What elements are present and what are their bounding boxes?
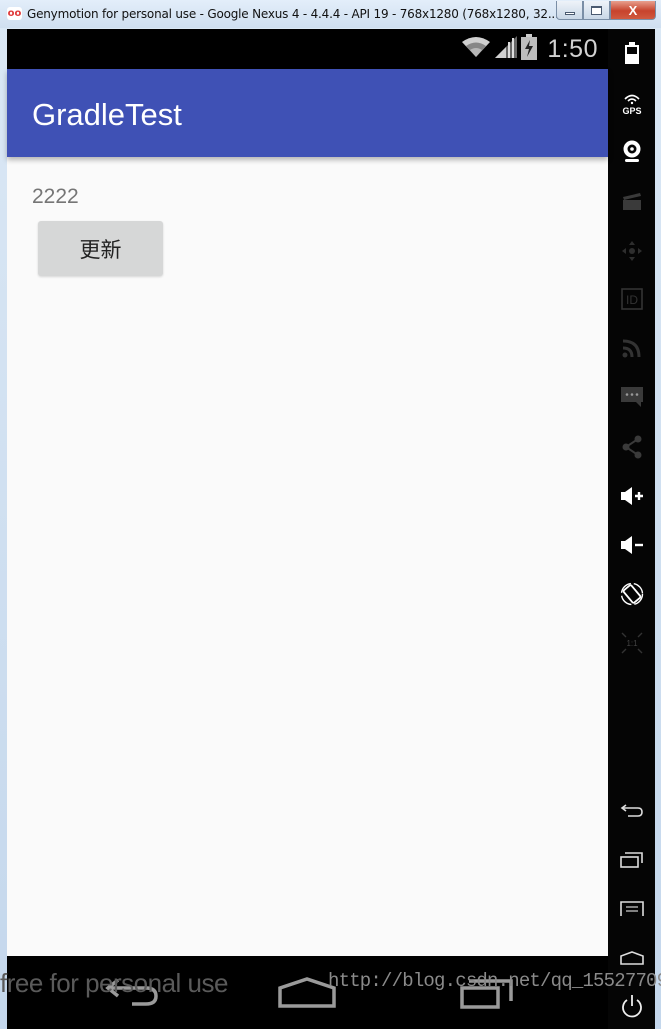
recent-apps-icon bbox=[619, 852, 643, 868]
gps-widget-button[interactable]: GPS bbox=[608, 81, 655, 125]
toolbar-recent-apps-button[interactable] bbox=[608, 838, 655, 882]
gps-label: GPS bbox=[622, 106, 641, 115]
battery-icon bbox=[624, 42, 639, 64]
network-widget-button[interactable] bbox=[608, 326, 655, 370]
toolbar-back-button[interactable] bbox=[608, 789, 655, 833]
main-content: 2222 更新 bbox=[7, 157, 608, 956]
screencast-widget-button[interactable] bbox=[608, 179, 655, 223]
rotate-button[interactable] bbox=[608, 572, 655, 616]
sms-widget-button[interactable] bbox=[608, 375, 655, 419]
volume-up-button[interactable] bbox=[608, 474, 655, 518]
share-widget-button[interactable] bbox=[608, 425, 655, 469]
remote-control-widget-button[interactable] bbox=[608, 229, 655, 273]
home-icon bbox=[619, 951, 644, 965]
pixel-perfect-button[interactable]: 1:1 bbox=[608, 621, 655, 665]
device-id-icon: ID bbox=[620, 288, 643, 310]
counter-text: 2222 bbox=[32, 185, 79, 208]
title-bar[interactable]: oo Genymotion for personal use - Google … bbox=[0, 0, 661, 28]
back-icon bbox=[620, 804, 643, 817]
gps-icon: GPS bbox=[622, 94, 641, 115]
pixel-perfect-label: 1:1 bbox=[626, 639, 638, 648]
minimize-icon bbox=[564, 11, 575, 15]
url-watermark: http://blog.csdn.net/qq_15527709 bbox=[328, 970, 661, 992]
device-frame: 1:50 GradleTest 2222 更新 GPS ID 1:1 bbox=[7, 29, 655, 1029]
device-id-widget-button[interactable]: ID bbox=[608, 277, 655, 321]
webcam-widget-button[interactable] bbox=[608, 130, 655, 174]
genymotion-toolbar: GPS ID 1:1 bbox=[608, 29, 655, 1029]
clapperboard-icon bbox=[622, 193, 641, 210]
dpad-icon bbox=[621, 241, 642, 261]
maximize-button[interactable] bbox=[583, 1, 610, 20]
volume-up-icon bbox=[620, 487, 643, 505]
emulator-window: oo Genymotion for personal use - Google … bbox=[0, 0, 661, 1029]
status-clock: 1:50 bbox=[547, 34, 598, 63]
power-icon bbox=[621, 995, 642, 1018]
battery-widget-button[interactable] bbox=[608, 31, 655, 75]
android-screen: 1:50 GradleTest 2222 更新 bbox=[7, 29, 608, 1029]
device-id-label: ID bbox=[626, 293, 638, 307]
volume-down-button[interactable] bbox=[608, 523, 655, 567]
toolbar-menu-button[interactable] bbox=[608, 887, 655, 931]
genymotion-logo-icon: oo bbox=[7, 7, 22, 20]
signal-icon bbox=[495, 35, 518, 63]
rss-icon bbox=[622, 339, 640, 358]
window-title: Genymotion for personal use - Google Nex… bbox=[27, 7, 559, 21]
sms-icon bbox=[620, 387, 643, 407]
rotate-icon bbox=[620, 582, 643, 606]
close-icon: X bbox=[628, 2, 638, 18]
webcam-icon bbox=[623, 140, 640, 162]
status-bar: 1:50 bbox=[7, 29, 608, 69]
maximize-icon bbox=[591, 5, 602, 15]
close-button[interactable]: X bbox=[610, 1, 656, 20]
volume-down-icon bbox=[620, 536, 643, 554]
update-button[interactable]: 更新 bbox=[38, 221, 163, 276]
pixel-perfect-icon: 1:1 bbox=[621, 632, 642, 654]
battery-charging-icon bbox=[521, 33, 538, 65]
app-bar: GradleTest bbox=[7, 69, 608, 157]
menu-icon bbox=[619, 901, 644, 916]
minimize-button[interactable] bbox=[556, 1, 583, 20]
share-icon bbox=[622, 435, 641, 459]
wifi-icon bbox=[461, 36, 491, 63]
license-watermark: free for personal use bbox=[0, 968, 228, 998]
app-title: GradleTest bbox=[32, 97, 182, 132]
